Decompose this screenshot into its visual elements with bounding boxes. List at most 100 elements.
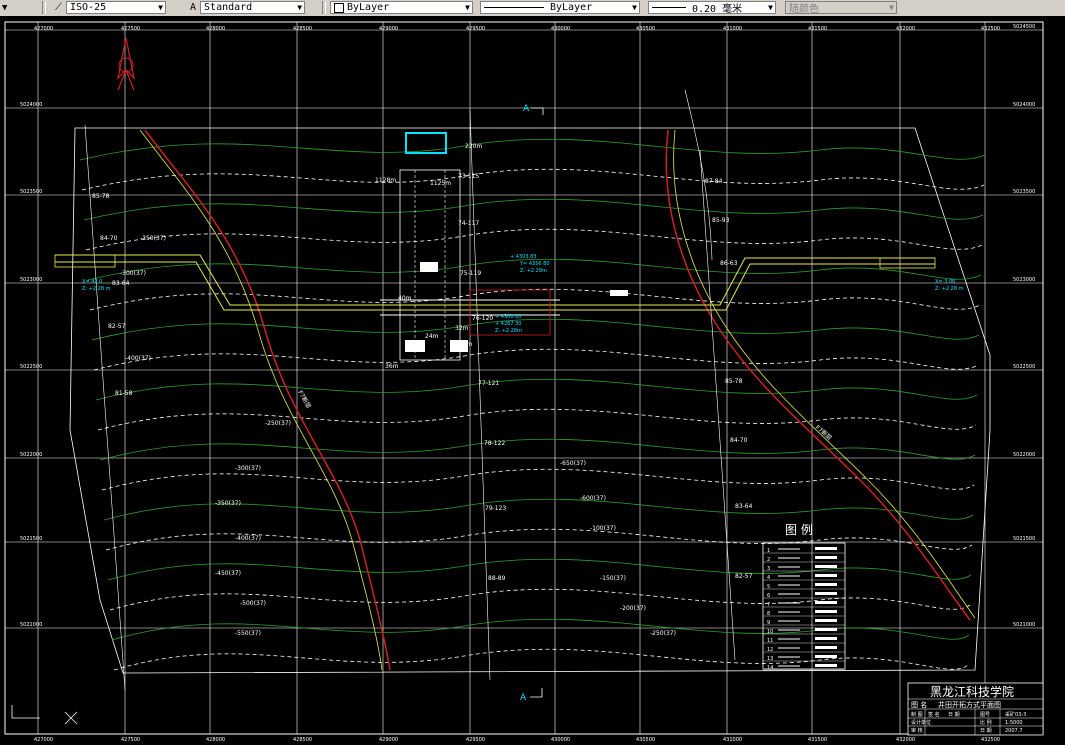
- svg-text:362m: 362m: [455, 341, 472, 348]
- legend-text-block: [815, 628, 837, 631]
- svg-text:X= 3.06: X= 3.06: [935, 279, 955, 285]
- legend-text-block: [815, 547, 837, 550]
- legend-text-block: [815, 565, 837, 568]
- contour-label: -300(37): [235, 465, 261, 472]
- borehole-label: 79-123: [485, 505, 506, 512]
- grid-label-x-bottom: 427500: [121, 737, 140, 743]
- contour-label: -100(37): [590, 525, 616, 532]
- svg-text:审 核: 审 核: [911, 727, 923, 734]
- contour-label: -200(37): [620, 605, 646, 612]
- svg-text:Y= 4356 80: Y= 4356 80: [519, 261, 550, 267]
- svg-text:比 例: 比 例: [980, 719, 992, 726]
- grid-label-y-left: 5024000: [20, 102, 42, 108]
- chevron-down-icon[interactable]: ▼: [889, 3, 894, 12]
- title-block-drawing-name: 井田开拓方式平面图: [938, 700, 1001, 709]
- legend-text-block: [815, 637, 837, 640]
- grid-label-x: 427000: [34, 26, 53, 32]
- color-swatch-icon: [334, 2, 344, 13]
- svg-text:Z: +2.28m: Z: +2.28m: [520, 268, 547, 274]
- toolbar-icon-left[interactable]: ▼: [2, 0, 32, 15]
- title-block-name-label: 图 名: [911, 700, 927, 709]
- svg-text:+ 4300.00: + 4300.00: [495, 314, 521, 320]
- legend-row-number: 2: [767, 557, 770, 563]
- svg-text:A: A: [520, 693, 527, 703]
- dimstyle-combo[interactable]: ISO-25 ▼: [66, 1, 166, 14]
- grid-label-x-bottom: 430000: [551, 737, 570, 743]
- svg-text:签 名: 签 名: [928, 711, 940, 718]
- drawing-canvas[interactable]: 4270004270004275004275004280004280004285…: [0, 16, 1065, 745]
- plotstyle-combo[interactable]: 随颜色 ▼: [785, 1, 897, 14]
- color-control[interactable]: ByLayer ▼: [330, 0, 475, 15]
- linetype-control[interactable]: ByLayer ▼: [480, 0, 643, 15]
- grid-label-x: 429500: [466, 26, 485, 32]
- borehole-label: 85-93: [712, 217, 730, 224]
- borehole-label: 84-70: [100, 235, 118, 242]
- legend-text-block: [815, 619, 837, 622]
- grid-label-x: 428500: [293, 26, 312, 32]
- chevron-down-icon[interactable]: ▼: [632, 3, 637, 12]
- contour-label: -350(37): [215, 500, 241, 507]
- contour-label: -300(37): [120, 270, 146, 277]
- grid-label-x: 432000: [896, 26, 915, 32]
- contour-label: -400(37): [125, 355, 151, 362]
- legend-text-block: [815, 655, 837, 658]
- grid-label-x-bottom: 430500: [636, 737, 655, 743]
- textstyle-combo[interactable]: Standard ▼: [200, 1, 306, 14]
- grid-label-y: 5021000: [1013, 622, 1035, 628]
- svg-text:A: A: [523, 104, 530, 114]
- lineweight-combo[interactable]: 0.20 毫米 ▼: [648, 1, 776, 14]
- textstyle-icon: A: [190, 2, 197, 13]
- legend-row-number: 1: [767, 548, 770, 554]
- grid-label-y: 5021500: [1013, 536, 1035, 542]
- linetype-combo[interactable]: ByLayer ▼: [480, 1, 640, 14]
- legend-row-number: 8: [767, 611, 770, 617]
- contour-label: -250(37): [650, 630, 676, 637]
- grid-label-x-bottom: 428500: [293, 737, 312, 743]
- institution-name: 黑龙江科技学院: [930, 684, 1014, 699]
- legend-text-block: [815, 664, 837, 667]
- svg-text:32m: 32m: [455, 325, 469, 332]
- svg-text:+ 4303.83: + 4303.83: [510, 254, 536, 260]
- color-combo[interactable]: ByLayer ▼: [330, 1, 473, 14]
- borehole-label: 81-58: [115, 390, 133, 397]
- grid-label-x: 429000: [379, 26, 398, 32]
- grid-label-y: 5023500: [1013, 189, 1035, 195]
- borehole-label: 82-57: [735, 573, 753, 580]
- contour-label: -400(37): [235, 535, 261, 542]
- contour-label: -550(37): [235, 630, 261, 637]
- legend-row-number: 12: [767, 647, 773, 653]
- grid-label-y-left: 5023500: [20, 189, 42, 195]
- grid-label-x-bottom: 429500: [466, 737, 485, 743]
- svg-text:日 期: 日 期: [980, 728, 992, 734]
- legend-row-number: 9: [767, 620, 770, 626]
- dimstyle-control[interactable]: ⟋ ISO-25 ▼: [55, 0, 180, 15]
- plotstyle-control[interactable]: 随颜色 ▼: [785, 0, 900, 15]
- borehole-label: 85-78: [725, 378, 743, 385]
- contour-label: -350(37): [140, 235, 166, 242]
- svg-text:1125m: 1125m: [430, 180, 451, 187]
- lineweight-preview-icon: [652, 7, 686, 8]
- vertical-scrollbar[interactable]: [1048, 16, 1065, 745]
- borehole-label: 88-89: [488, 575, 506, 582]
- chevron-down-icon[interactable]: ▼: [158, 3, 163, 12]
- chevron-down-icon[interactable]: ▼: [297, 3, 302, 12]
- grid-label-x-bottom: 428000: [206, 737, 225, 743]
- grid-label-x: 427500: [121, 26, 140, 32]
- legend-title: 图 例: [785, 523, 813, 537]
- svg-text:Z: +2.28m: Z: +2.28m: [495, 328, 522, 334]
- svg-text:2007.7: 2007.7: [1005, 728, 1023, 734]
- chevron-down-icon[interactable]: ▼: [768, 3, 773, 12]
- textstyle-control[interactable]: A Standard ▼: [190, 0, 316, 15]
- lineweight-control[interactable]: 0.20 毫米 ▼: [648, 0, 778, 15]
- dimstyle-icon: ⟋: [55, 2, 62, 13]
- grid-label-y-left: 5022500: [20, 364, 42, 370]
- legend-text-block: [815, 646, 837, 649]
- legend-row-number: 11: [767, 638, 773, 644]
- chevron-down-icon[interactable]: ▼: [465, 3, 470, 12]
- svg-text:24m: 24m: [425, 333, 439, 340]
- svg-text:图号: 图号: [980, 712, 990, 718]
- borehole-label: 84-70: [730, 437, 748, 444]
- borehole-label: 76-120: [472, 315, 493, 322]
- contour-label: -150(37): [600, 575, 626, 582]
- contour-label: -500(37): [240, 600, 266, 607]
